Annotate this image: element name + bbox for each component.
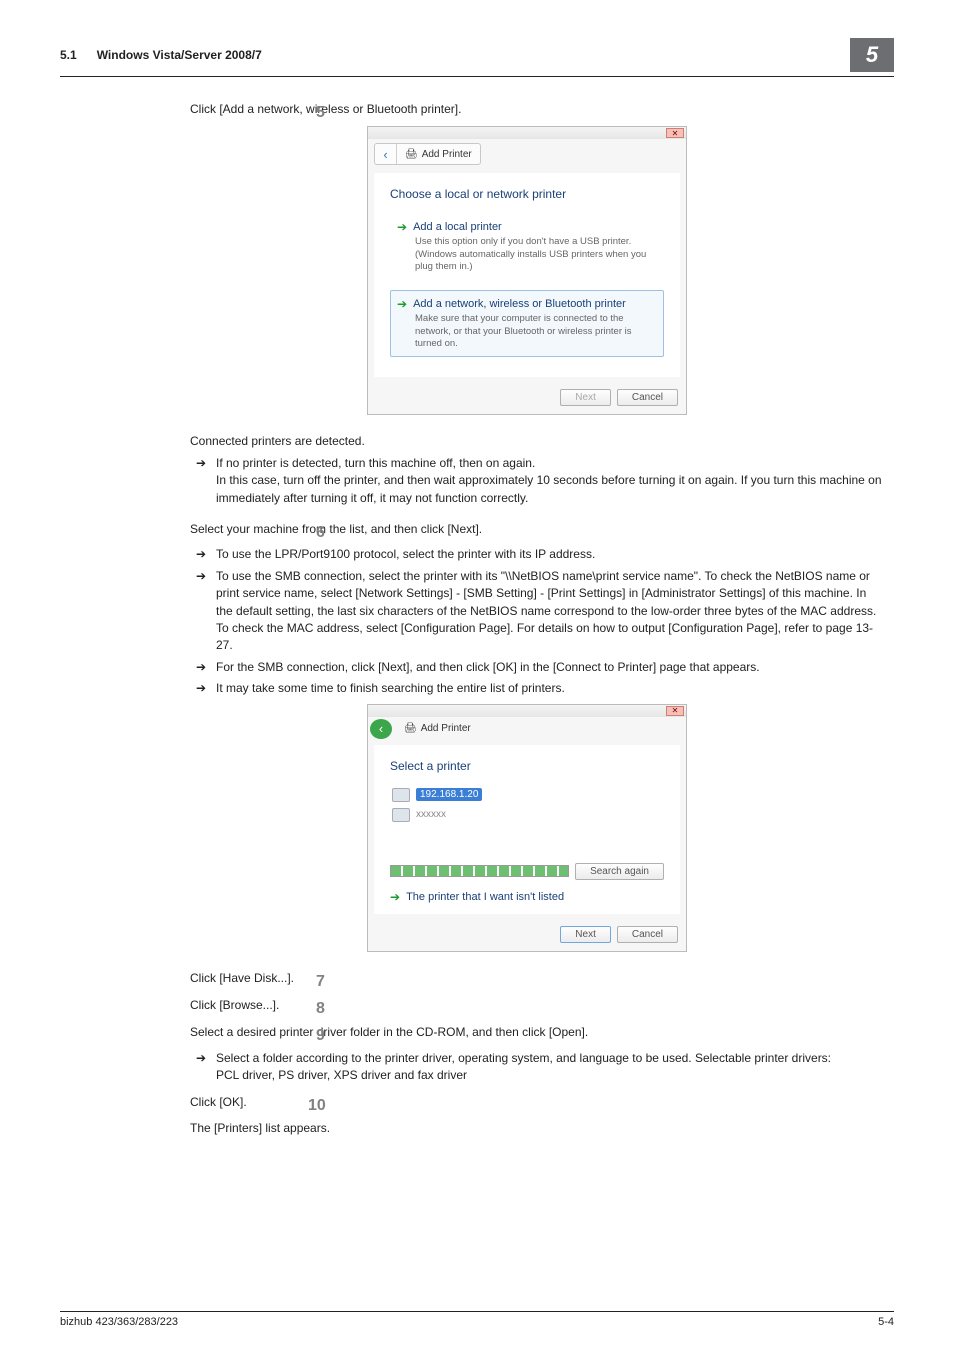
bullet-text-1b: In this case, turn off the printer, and …: [216, 473, 882, 504]
close-icon[interactable]: ✕: [666, 706, 684, 716]
header-section-title: 5.1 Windows Vista/Server 2008/7: [60, 48, 262, 62]
step6-bullet-1: To use the LPR/Port9100 protocol, select…: [190, 546, 884, 563]
step-6: 6 Select your machine from the list, and…: [170, 521, 884, 538]
dialog1-breadcrumb: ‹ 🖨 Add Printer: [374, 143, 481, 165]
dialog1-title: Choose a local or network printer: [390, 187, 664, 201]
step-7-number: 7: [316, 970, 325, 993]
step9-bullet-1: Select a folder according to the printer…: [190, 1050, 884, 1085]
step-10-text: Click [OK].: [170, 1094, 884, 1111]
close-icon[interactable]: ✕: [666, 128, 684, 138]
step10-after: The [Printers] list appears.: [170, 1120, 884, 1137]
opt1-sub: Use this option only if you don't have a…: [415, 236, 657, 273]
step-6-text: Select your machine from the list, and t…: [170, 521, 884, 538]
bullet-no-printer-detected: If no printer is detected, turn this mac…: [190, 455, 884, 507]
dialog-add-printer-1: ✕ ‹ 🖨 Add Printer Choose a local or netw…: [367, 126, 687, 415]
printer-not-listed-link[interactable]: ➔ The printer that I want isn't listed: [390, 890, 664, 904]
step-8-number: 8: [316, 997, 325, 1020]
next-button[interactable]: Next: [560, 389, 611, 406]
step6-b2b: To check the MAC address, select [Config…: [216, 621, 873, 652]
printer-item-2-label: xxxxxx: [416, 809, 446, 820]
page-header: 5.1 Windows Vista/Server 2008/7 5: [60, 38, 894, 77]
opt2-sub: Make sure that your computer is connecte…: [415, 313, 657, 350]
opt2-heading: Add a network, wireless or Bluetooth pri…: [413, 298, 626, 310]
cancel-button[interactable]: Cancel: [617, 389, 678, 406]
printer-list-item[interactable]: xxxxxx: [390, 805, 664, 825]
step-7: 7 Click [Have Disk...].: [170, 970, 884, 987]
dialog-add-printer-2: ✕ ‹ 🖨 Add Printer Select a printer 192.1…: [367, 704, 687, 952]
step-10: 10 Click [OK].: [170, 1094, 884, 1111]
search-progress: [390, 865, 569, 877]
chapter-badge: 5: [850, 38, 894, 72]
step6-b2: To use the SMB connection, select the pr…: [216, 569, 876, 618]
dialog2-title: Select a printer: [390, 759, 664, 773]
printer-list-item[interactable]: 192.168.1.20: [390, 785, 664, 805]
printer-list: 192.168.1.20 xxxxxx: [390, 785, 664, 859]
header-section-number: 5.1: [60, 48, 77, 62]
search-again-button[interactable]: Search again: [575, 863, 664, 880]
step9-b1: Select a folder according to the printer…: [216, 1051, 831, 1065]
footer-left: bizhub 423/363/283/223: [60, 1316, 178, 1328]
not-listed-label: The printer that I want isn't listed: [406, 891, 564, 903]
option-add-local-printer[interactable]: ➔ Add a local printer Use this option onl…: [390, 213, 664, 280]
opt1-heading: Add a local printer: [413, 221, 502, 233]
connected-printers-detected: Connected printers are detected.: [170, 433, 884, 450]
dialog1-crumb-label: Add Printer: [422, 149, 472, 160]
footer-right: 5-4: [878, 1316, 894, 1328]
step-5: 5 Click [Add a network, wireless or Blue…: [170, 101, 884, 118]
step-9-number: 9: [316, 1024, 325, 1047]
bullet-text-1a: If no printer is detected, turn this mac…: [216, 456, 535, 470]
step6-bullet-2: To use the SMB connection, select the pr…: [190, 568, 884, 655]
step-10-number: 10: [308, 1094, 326, 1117]
dialog1-titlebar: ✕: [368, 127, 686, 139]
printer-icon: 🖨: [405, 149, 418, 160]
back-icon[interactable]: ‹: [375, 144, 397, 164]
printer-icon: 🖨: [404, 723, 417, 734]
step-8: 8 Click [Browse...].: [170, 997, 884, 1014]
arrow-right-icon: ➔: [390, 890, 400, 904]
chapter-badge-number: 5: [866, 42, 878, 68]
option-add-network-printer[interactable]: ➔ Add a network, wireless or Bluetooth pr…: [390, 290, 664, 357]
printer-item-1-label: 192.168.1.20: [416, 788, 482, 801]
step-5-text: Click [Add a network, wireless or Blueto…: [170, 101, 884, 118]
dialog2-crumb-label: Add Printer: [421, 723, 471, 734]
arrow-right-icon: ➔: [397, 220, 407, 234]
step-7-text: Click [Have Disk...].: [170, 970, 884, 987]
step-9-text: Select a desired printer driver folder i…: [170, 1024, 884, 1041]
step-9: 9 Select a desired printer driver folder…: [170, 1024, 884, 1041]
step6-bullet-3: For the SMB connection, click [Next], an…: [190, 659, 884, 676]
step-5-number: 5: [316, 101, 325, 124]
arrow-right-icon: ➔: [397, 297, 407, 311]
step-8-text: Click [Browse...].: [170, 997, 884, 1014]
next-button[interactable]: Next: [560, 926, 611, 943]
cancel-button[interactable]: Cancel: [617, 926, 678, 943]
step9-b1b: PCL driver, PS driver, XPS driver and fa…: [216, 1068, 467, 1082]
figure-add-printer-choose: ✕ ‹ 🖨 Add Printer Choose a local or netw…: [170, 126, 884, 415]
printer-icon: [392, 788, 410, 802]
printer-icon: [392, 808, 410, 822]
dialog2-titlebar: ✕: [368, 705, 686, 717]
figure-select-a-printer: ✕ ‹ 🖨 Add Printer Select a printer 192.1…: [170, 704, 884, 952]
step-6-number: 6: [316, 521, 325, 544]
page-footer: bizhub 423/363/283/223 5-4: [60, 1311, 894, 1328]
header-title-text: Windows Vista/Server 2008/7: [97, 48, 262, 62]
back-icon[interactable]: ‹: [370, 719, 392, 739]
step6-bullet-4: It may take some time to finish searchin…: [190, 680, 884, 697]
